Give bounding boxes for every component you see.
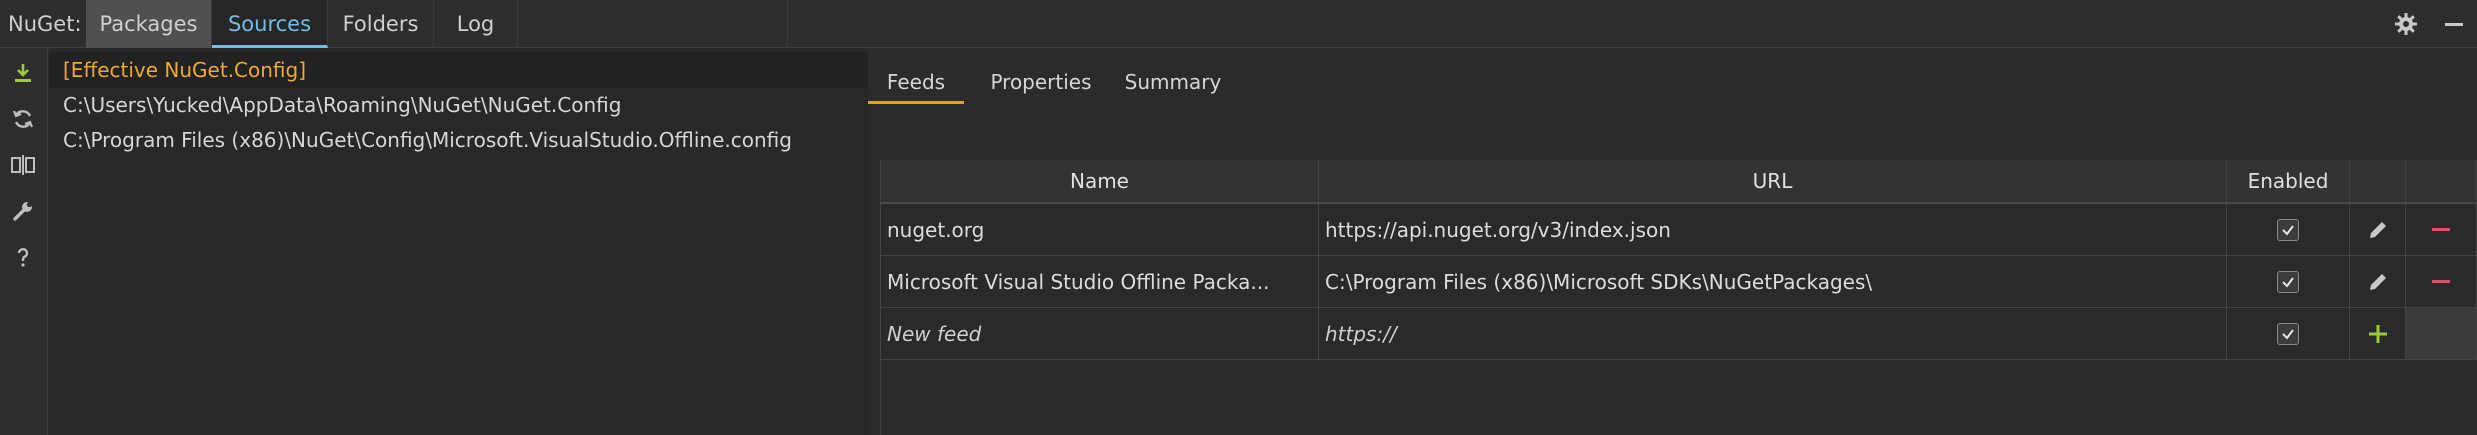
feed-edit-cell (2350, 204, 2406, 256)
compare-icon[interactable] (6, 148, 40, 182)
add-icon[interactable] (2367, 323, 2389, 345)
help-icon[interactable] (6, 240, 40, 274)
pencil-icon[interactable] (2366, 270, 2390, 294)
download-icon[interactable] (6, 56, 40, 90)
new-feed-add-cell (2350, 308, 2406, 360)
remove-icon[interactable] (2430, 271, 2452, 293)
feed-url-cell[interactable]: https://api.nuget.org/v3/index.json (1319, 204, 2227, 256)
new-feed-url-input[interactable]: https:// (1319, 308, 2227, 360)
feed-enabled-cell (2227, 204, 2350, 256)
tab-summary[interactable]: Summary (1114, 60, 1232, 104)
feed-url-cell[interactable]: C:\Program Files (x86)\Microsoft SDKs\Nu… (1319, 256, 2227, 308)
new-feed-name-input[interactable]: New feed (880, 308, 1319, 360)
gear-icon[interactable] (2392, 10, 2420, 38)
new-feed-empty-cell (2406, 308, 2477, 360)
feed-edit-cell (2350, 256, 2406, 308)
tab-packages[interactable]: Packages (86, 0, 212, 48)
column-header-enabled[interactable]: Enabled (2227, 160, 2350, 204)
config-file-list: [Effective NuGet.Config] C:\Users\Yucked… (49, 48, 879, 435)
config-item-offline[interactable]: C:\Program Files (x86)\NuGet\Config\Micr… (49, 122, 879, 158)
column-header-name[interactable]: Name (880, 160, 1319, 204)
tab-feeds[interactable]: Feeds (868, 60, 964, 104)
feed-enabled-cell (2227, 256, 2350, 308)
table-row: nuget.org https://api.nuget.org/v3/index… (880, 204, 2477, 256)
new-feed-row: New feed https:// (880, 308, 2477, 360)
enabled-checkbox[interactable] (2277, 218, 2299, 241)
feed-name-cell[interactable]: Microsoft Visual Studio Offline Packa... (880, 256, 1319, 308)
refresh-icon[interactable] (6, 102, 40, 136)
feed-delete-cell (2406, 204, 2477, 256)
enabled-checkbox[interactable] (2277, 270, 2299, 293)
wrench-icon[interactable] (6, 194, 40, 228)
column-header-url[interactable]: URL (1319, 160, 2227, 204)
app-prefix-label: NuGet: (8, 12, 82, 36)
config-item-user[interactable]: C:\Users\Yucked\AppData\Roaming\NuGet\Nu… (49, 87, 879, 123)
tab-log[interactable]: Log (434, 0, 518, 48)
feed-delete-cell (2406, 256, 2477, 308)
new-feed-enabled-cell (2227, 308, 2350, 360)
top-tab-bar: NuGet: Packages Sources Folders Log (0, 0, 2477, 48)
feeds-table: Name URL Enabled nuget.org https://api.n… (880, 113, 2477, 435)
side-toolbar (0, 48, 48, 435)
minimize-icon[interactable] (2440, 10, 2468, 38)
tab-sources[interactable]: Sources (212, 0, 328, 48)
feed-name-cell[interactable]: nuget.org (880, 204, 1319, 256)
tab-properties[interactable]: Properties (975, 60, 1107, 104)
config-detail-panel: Feeds Properties Summary Name URL Enable… (868, 48, 2477, 435)
enabled-checkbox[interactable] (2277, 322, 2299, 345)
table-row: Microsoft Visual Studio Offline Packa...… (880, 256, 2477, 308)
table-header-row: Name URL Enabled (880, 160, 2477, 204)
remove-icon[interactable] (2430, 219, 2452, 241)
tab-bar-spacer (518, 0, 788, 48)
tab-folders[interactable]: Folders (328, 0, 434, 48)
pencil-icon[interactable] (2366, 218, 2390, 242)
config-item-effective[interactable]: [Effective NuGet.Config] (49, 52, 879, 88)
column-header-edit (2350, 160, 2406, 204)
column-header-delete (2406, 160, 2477, 204)
